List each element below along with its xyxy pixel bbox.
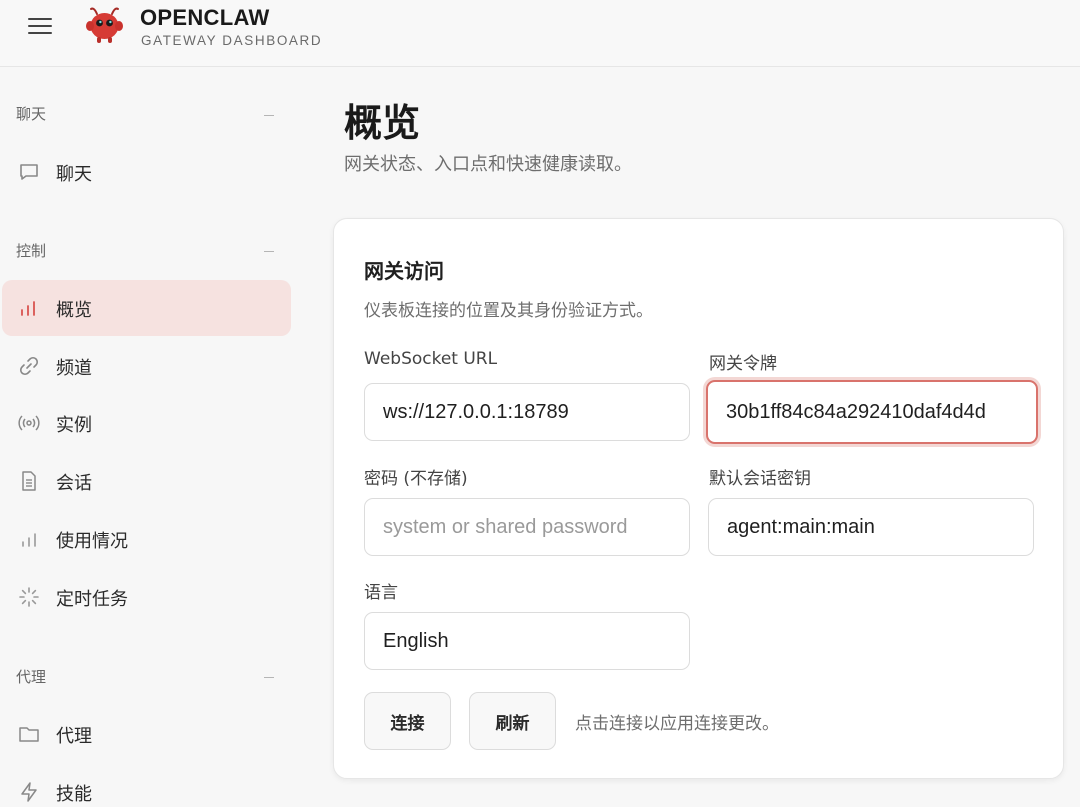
loader-icon <box>19 587 39 607</box>
brand-subtitle: GATEWAY DASHBOARD <box>141 33 323 48</box>
password-label: 密码 (不存储) <box>364 469 468 489</box>
sidebar-item-label: 代理 <box>56 726 92 747</box>
websocket-url-label: WebSocket URL <box>364 349 498 369</box>
connect-button[interactable]: 连接 <box>364 692 451 750</box>
sidebar-item-usage[interactable]: 使用情况 <box>2 511 291 567</box>
lightning-icon <box>21 782 37 802</box>
sidebar: 聊天 聊天 控制 概览 频道 实例 会话 使用情况 定时任务 代理 代理 技能 <box>0 67 308 807</box>
default-session-key-input[interactable] <box>708 498 1034 556</box>
sidebar-item-instances[interactable]: 实例 <box>2 395 291 451</box>
section-title-control: 控制 <box>16 242 47 260</box>
section-title-agents: 代理 <box>16 668 47 686</box>
gateway-token-input[interactable] <box>706 380 1038 444</box>
gateway-access-card: 网关访问 仪表板连接的位置及其身份验证方式。 WebSocket URL 网关令… <box>333 218 1064 779</box>
hamburger-icon[interactable] <box>26 15 54 37</box>
sidebar-item-skills[interactable]: 技能 <box>2 764 291 807</box>
sidebar-item-label: 使用情况 <box>56 531 128 552</box>
top-bar: OPENCLAW GATEWAY DASHBOARD <box>0 0 1080 67</box>
password-input[interactable] <box>364 498 690 556</box>
sidebar-item-label: 技能 <box>56 784 92 805</box>
collapse-control-icon[interactable] <box>264 251 274 252</box>
page-title: 概览 <box>344 101 421 145</box>
sidebar-item-chat[interactable]: 聊天 <box>2 144 291 200</box>
sidebar-item-label: 实例 <box>56 415 92 436</box>
sidebar-item-label: 聊天 <box>56 164 92 185</box>
sidebar-item-scheduled-tasks[interactable]: 定时任务 <box>2 569 291 625</box>
sidebar-item-channels[interactable]: 频道 <box>2 338 291 394</box>
sidebar-item-sessions[interactable]: 会话 <box>2 453 291 509</box>
sidebar-item-label: 会话 <box>56 473 92 494</box>
folder-icon <box>19 727 39 742</box>
sidebar-item-overview[interactable]: 概览 <box>2 280 291 336</box>
default-session-key-label: 默认会话密钥 <box>709 469 811 489</box>
sidebar-item-label: 概览 <box>56 300 92 321</box>
collapse-agents-icon[interactable] <box>264 677 274 678</box>
sidebar-item-label: 频道 <box>56 358 92 379</box>
section-title-chat: 聊天 <box>16 105 47 123</box>
brand-name: OPENCLAW <box>140 5 270 30</box>
link-icon <box>19 356 39 376</box>
card-title: 网关访问 <box>364 259 444 283</box>
lobster-mascot-icon <box>86 7 123 43</box>
language-label: 语言 <box>364 583 398 603</box>
page-subtitle: 网关状态、入口点和快速健康读取。 <box>344 154 632 175</box>
refresh-button[interactable]: 刷新 <box>469 692 556 750</box>
card-description: 仪表板连接的位置及其身份验证方式。 <box>364 301 653 321</box>
document-icon <box>22 471 36 491</box>
gateway-token-label: 网关令牌 <box>709 354 777 374</box>
language-select[interactable]: English <box>364 612 690 670</box>
bar-chart-icon <box>21 301 35 316</box>
websocket-url-input[interactable] <box>364 383 690 441</box>
message-icon <box>20 164 38 180</box>
sidebar-item-label: 定时任务 <box>56 589 128 610</box>
connect-hint: 点击连接以应用连接更改。 <box>575 714 779 734</box>
collapse-chat-icon[interactable] <box>264 115 274 116</box>
bar-chart-icon <box>22 533 36 547</box>
radio-broadcast-icon <box>18 415 40 431</box>
sidebar-item-agents[interactable]: 代理 <box>2 706 291 762</box>
